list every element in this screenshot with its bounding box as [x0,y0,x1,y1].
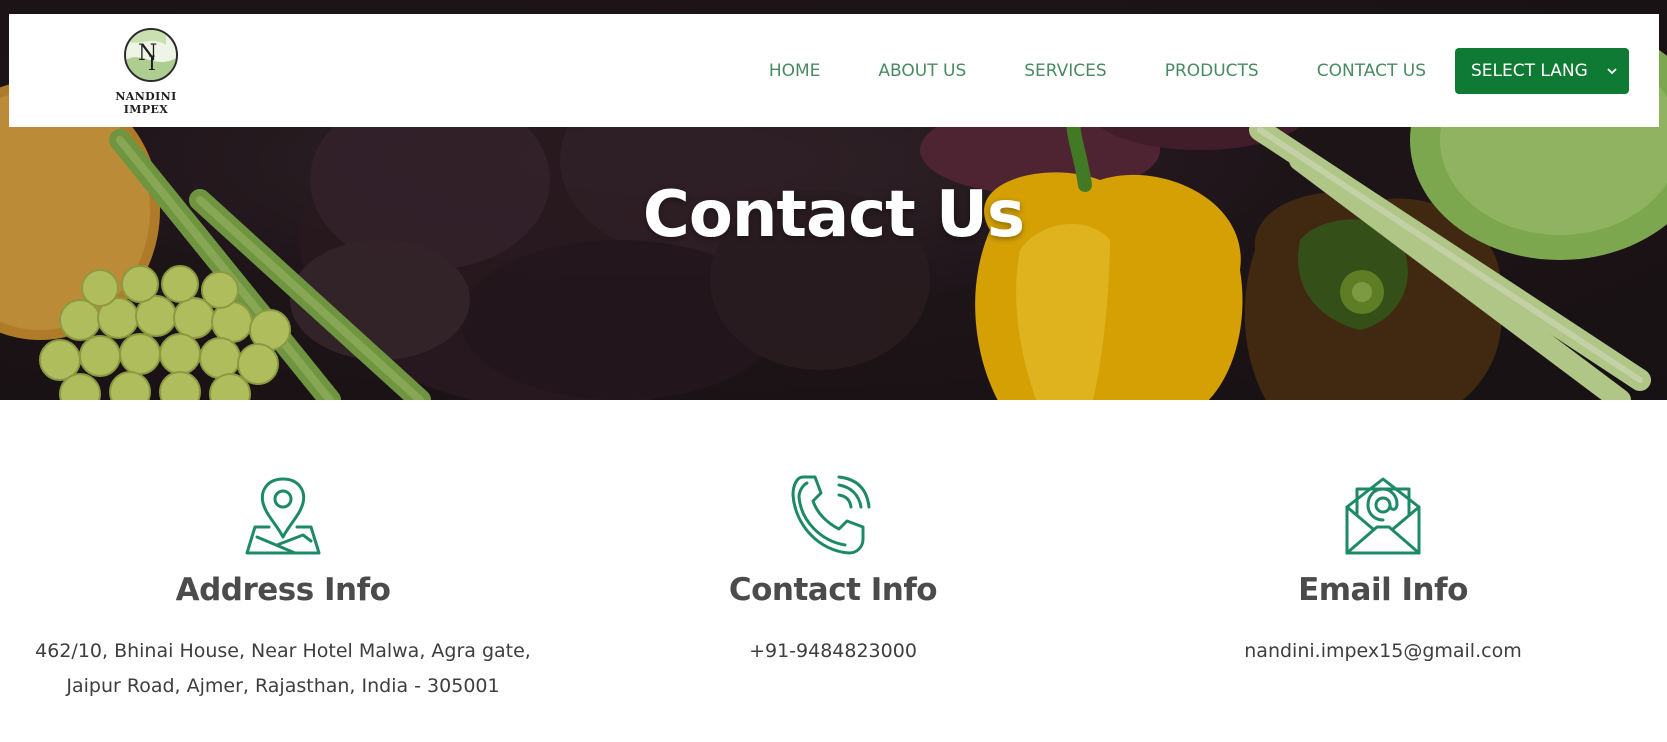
nav-contact-us[interactable]: CONTACT US [1317,61,1426,81]
map-pin-icon [245,477,321,555]
email-icon [1345,477,1421,555]
contact-info-section: Address Info 462/10, Bhinai House, Near … [0,400,1667,742]
address-line-2: Jaipur Road, Ajmer, Rajasthan, India - 3… [66,675,500,697]
site-logo[interactable]: N I NANDINI IMPEX [91,28,201,116]
main-navigation: HOME ABOUT US SERVICES PRODUCTS CONTACT … [769,14,1629,127]
nav-services[interactable]: SERVICES [1024,61,1106,81]
chevron-down-icon [1607,67,1617,74]
logo-text: NANDINI IMPEX [115,90,177,116]
language-select-label: SELECT LANG [1471,60,1588,81]
contact-phone-number[interactable]: +91-9484823000 [558,634,1108,669]
address-line-1: 462/10, Bhinai House, Near Hotel Malwa, … [35,640,531,662]
page-title: Contact Us [642,178,1025,252]
email-info-title: Email Info [1298,572,1468,608]
nav-home[interactable]: HOME [769,61,821,81]
svg-text:I: I [148,51,156,75]
language-select[interactable]: SELECT LANG [1455,47,1629,94]
nav-about-us[interactable]: ABOUT US [878,61,966,81]
site-header: N I NANDINI IMPEX HOME ABOUT US SERVICES… [9,14,1659,127]
nav-products[interactable]: PRODUCTS [1165,61,1259,81]
address-info-text: 462/10, Bhinai House, Near Hotel Malwa, … [8,634,558,704]
logo-emblem-icon: N I [124,28,178,82]
phone-icon [791,475,871,555]
contact-info-title: Contact Info [728,572,938,608]
address-info-title: Address Info [175,572,391,608]
contact-email-address[interactable]: nandini.impex15@gmail.com [1108,634,1658,669]
